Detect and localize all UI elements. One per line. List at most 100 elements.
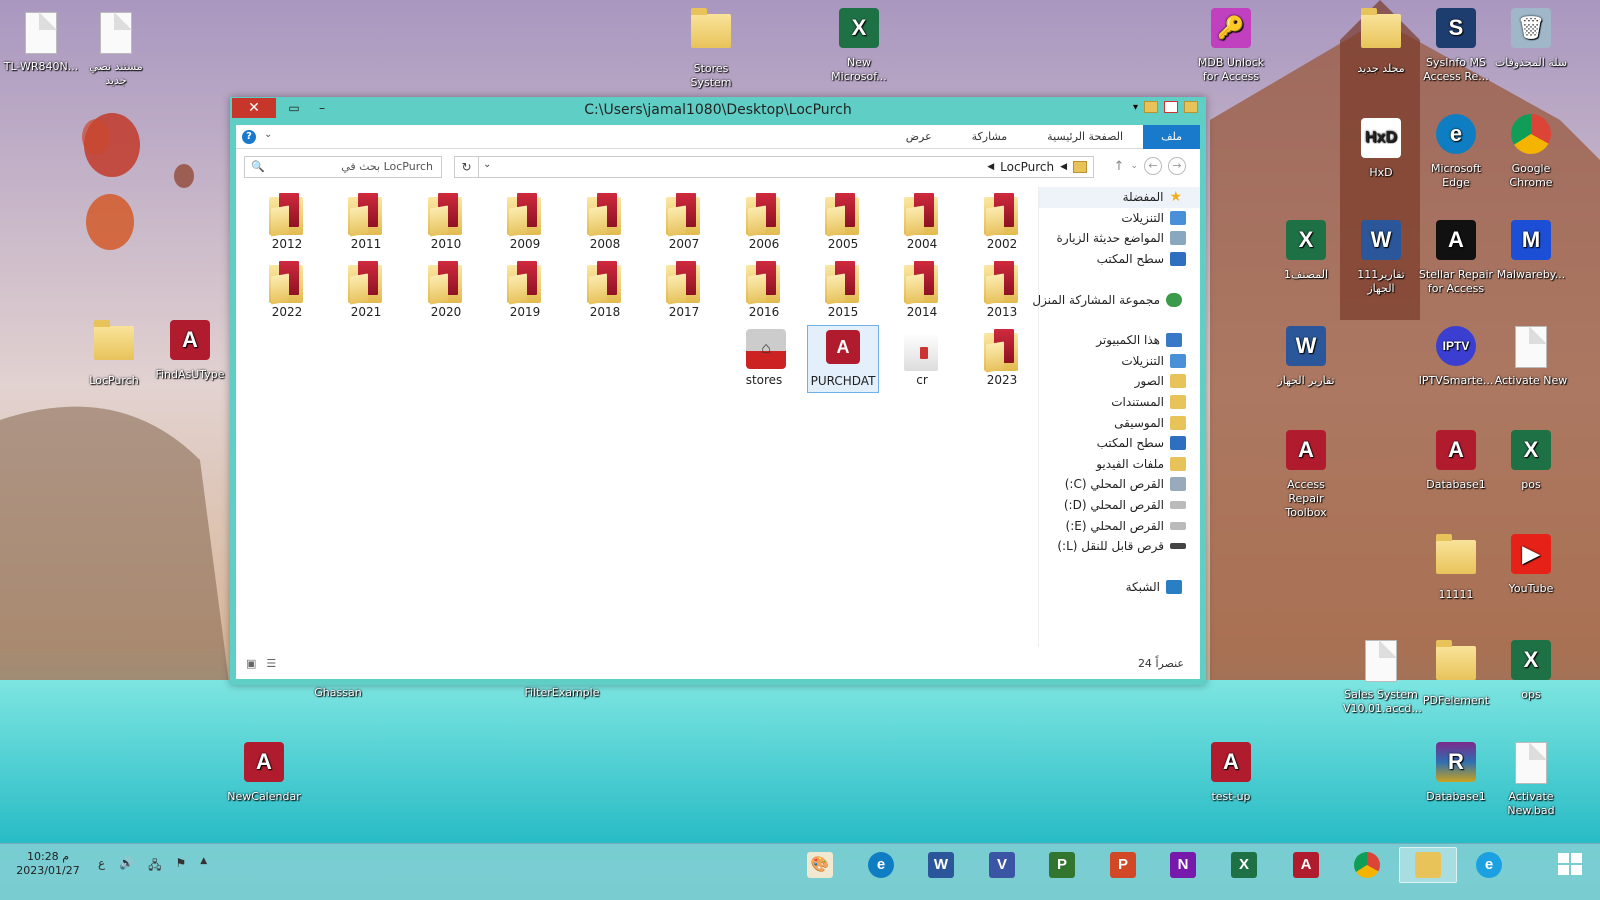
desktop-icon-stores-system[interactable]: Stores System	[673, 8, 749, 90]
shortcut-item[interactable]: ⌂ stores	[728, 325, 800, 393]
folder-item[interactable]: 2002	[966, 189, 1038, 257]
desktop-icon-chrome[interactable]: Google Chrome	[1493, 114, 1569, 190]
taskbar-edge[interactable]: e	[852, 847, 910, 883]
recent-dropdown-icon[interactable]: ⌄	[1130, 161, 1138, 171]
volume-icon[interactable]: 🔊	[119, 856, 134, 877]
desktop-icon-stellar[interactable]: A Stellar Repair for Access	[1418, 220, 1494, 296]
desktop-icon-findasutype[interactable]: A FindAsUType	[152, 320, 228, 382]
desktop-icon-youtube[interactable]: ▶ YouTube	[1493, 534, 1569, 596]
nav-item-drive-d[interactable]: القرص المحلي (D:)	[1039, 495, 1200, 516]
breadcrumb-current[interactable]: LocPurch	[1000, 160, 1054, 174]
breadcrumb-arrow-icon[interactable]: ◀	[1060, 162, 1067, 172]
taskbar-internet-explorer[interactable]: e	[1460, 847, 1518, 883]
desktop-icon-database1[interactable]: A Database1	[1418, 430, 1494, 492]
taskbar-word[interactable]: W	[912, 847, 970, 883]
start-button[interactable]	[1558, 853, 1582, 875]
folder-item[interactable]: 2022	[251, 257, 323, 325]
taskbar-excel[interactable]: X	[1215, 847, 1273, 883]
nav-item-pc-desktop[interactable]: سطح المكتب	[1039, 433, 1200, 454]
help-icon[interactable]: ?	[242, 130, 256, 144]
nav-network[interactable]: الشبكة	[1039, 577, 1200, 598]
desktop-icon-tl-wr840n[interactable]: TL-WR840N...	[3, 12, 79, 74]
title-bar[interactable]: ✕ ▭ – C:\Users\jamal1080\Desktop\LocPurc…	[230, 97, 1206, 125]
folder-item[interactable]: 2013	[966, 257, 1038, 325]
desktop-icon-pos[interactable]: X pos	[1493, 430, 1569, 492]
refresh-icon[interactable]: ↻	[455, 157, 479, 177]
desktop-icon-test-up[interactable]: A test-up	[1193, 742, 1269, 804]
tab-home[interactable]: الصفحة الرئيسية	[1027, 125, 1143, 149]
folder-item[interactable]: 2020	[410, 257, 482, 325]
nav-item-drive-l[interactable]: قرص قابل للنقل (L:)	[1039, 536, 1200, 557]
nav-item-pc-downloads[interactable]: التنزيلات	[1039, 351, 1200, 372]
folder-item[interactable]: 2008	[569, 189, 641, 257]
desktop-icon-workbook1[interactable]: X المصنف1	[1268, 220, 1344, 282]
desktop-icon-mdb-unlock[interactable]: 🔑 MDB Unlock for Access	[1193, 8, 1269, 84]
folder-item[interactable]: 2014	[886, 257, 958, 325]
expand-ribbon-icon[interactable]: ⌄	[264, 129, 272, 140]
nav-item-music[interactable]: الموسيقى	[1039, 412, 1200, 433]
folder-item[interactable]: cr	[886, 325, 958, 393]
folder-item[interactable]: 2009	[489, 189, 561, 257]
network-icon[interactable]: 🖧	[148, 856, 161, 877]
taskbar-chrome[interactable]	[1338, 847, 1396, 883]
tab-view[interactable]: عرض	[886, 125, 952, 149]
nav-favorites[interactable]: ★ المفضلة	[1039, 187, 1200, 208]
new-folder-icon[interactable]	[1144, 101, 1158, 113]
properties-icon[interactable]	[1164, 101, 1178, 113]
explorer-window[interactable]: ✕ ▭ – C:\Users\jamal1080\Desktop\LocPurc…	[230, 97, 1206, 685]
details-view-icon[interactable]: ☰	[266, 657, 276, 670]
large-icons-view-icon[interactable]: ▣	[246, 657, 256, 670]
desktop-icon-database1-rar[interactable]: R Database1	[1418, 742, 1494, 804]
desktop-icon-recycle-bin[interactable]: 🗑 سلة المحذوفات	[1493, 8, 1569, 70]
tab-file[interactable]: ملف	[1143, 125, 1200, 149]
desktop-icon-newcalendar[interactable]: A NewCalendar	[226, 742, 302, 804]
desktop-icon-hxd[interactable]: HxD HxD	[1343, 118, 1419, 180]
search-input[interactable]: 🔍 بحث في LocPurch	[244, 156, 442, 178]
clock[interactable]: 10:28 م 2023/01/27	[10, 850, 86, 878]
desktop-icon-sales-system[interactable]: Sales System V10.01.accd...	[1343, 640, 1422, 716]
desktop-icon-edge[interactable]: e Microsoft Edge	[1418, 114, 1494, 190]
desktop-icon-iptv[interactable]: IPTV IPTVSmarte...	[1418, 326, 1494, 388]
desktop-icon-11111[interactable]: 11111	[1418, 534, 1494, 602]
desktop-icon-access-repair[interactable]: A Access Repair Toolbox	[1268, 430, 1344, 520]
desktop-icon-new-folder[interactable]: مجلد جديد	[1343, 8, 1419, 76]
desktop-label-filterexample[interactable]: FilterExample	[524, 686, 600, 700]
folder-item[interactable]: 2019	[489, 257, 561, 325]
desktop-icon-malwarebytes[interactable]: M Malwareby...	[1493, 220, 1569, 282]
folder-item[interactable]: 2006	[728, 189, 800, 257]
desktop-icon-pdfelement[interactable]: PDFelement	[1418, 640, 1494, 708]
folder-item[interactable]: 2007	[648, 189, 720, 257]
nav-item-desktop[interactable]: سطح المكتب	[1039, 249, 1200, 270]
action-center-flag-icon[interactable]: ⚑	[176, 856, 187, 877]
folder-item[interactable]: 2023	[966, 325, 1038, 393]
folder-item[interactable]: 2021	[330, 257, 402, 325]
nav-item-drive-e[interactable]: القرص المحلي (E:)	[1039, 515, 1200, 536]
language-indicator[interactable]: ع	[98, 856, 105, 877]
folder-item[interactable]: 2004	[886, 189, 958, 257]
back-button[interactable]: →	[1168, 157, 1186, 175]
folder-item[interactable]: 2018	[569, 257, 641, 325]
nav-item-pictures[interactable]: الصور	[1039, 371, 1200, 392]
folder-item[interactable]: 2017	[648, 257, 720, 325]
desktop-icon-locpurch[interactable]: LocPurch	[76, 320, 152, 388]
desktop-icon-sysinfo[interactable]: S SysInfo MS Access Re...	[1418, 8, 1494, 84]
taskbar-powerpoint[interactable]: P	[1094, 847, 1152, 883]
nav-homegroup[interactable]: مجموعة المشاركة المنزل	[1032, 289, 1200, 310]
folder-item[interactable]: 2012	[251, 189, 323, 257]
show-hidden-icons-chevron-icon[interactable]: ▲	[200, 856, 207, 877]
desktop-icon-activate-new[interactable]: Activate New	[1493, 326, 1569, 388]
desktop-icon-activate-new-bad[interactable]: Activate New.bad	[1493, 742, 1569, 818]
desktop-icon-new-excel[interactable]: X New Microsof...	[821, 8, 897, 84]
taskbar-visio[interactable]: V	[973, 847, 1031, 883]
taskbar-file-explorer[interactable]	[1399, 847, 1457, 883]
desktop-icon-ops[interactable]: X ops	[1493, 640, 1569, 702]
desktop-icon-new-text-doc[interactable]: مستند نصي جديد	[78, 12, 154, 88]
nav-item-documents[interactable]: المستندات	[1039, 392, 1200, 413]
tab-share[interactable]: مشاركة	[952, 125, 1028, 149]
folder-item[interactable]: 2011	[330, 189, 402, 257]
nav-item-drive-c[interactable]: القرص المحلي (C:)	[1039, 474, 1200, 495]
taskbar-paint[interactable]: 🎨	[791, 847, 849, 883]
nav-item-videos[interactable]: ملفات الفيديو	[1039, 454, 1200, 475]
nav-item-downloads[interactable]: التنزيلات	[1039, 208, 1200, 229]
desktop-icon-reports111[interactable]: W تقارير111 الجهاز	[1343, 220, 1419, 296]
